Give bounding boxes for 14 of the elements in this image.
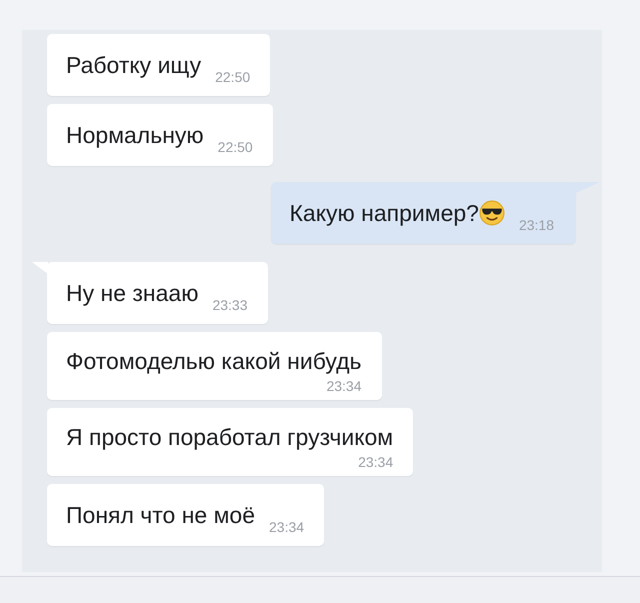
message-time: 23:34 [358, 454, 394, 470]
message-text: Работку ищу [66, 51, 202, 80]
message-text: Какую например? [290, 199, 479, 228]
message-time: 23:33 [212, 297, 248, 313]
message-time: 22:50 [218, 139, 253, 155]
message-time: 22:50 [215, 69, 250, 85]
message-text: Ну не знааю [66, 279, 198, 308]
message-text: Нормальную [66, 121, 204, 150]
message-text: Фотомоделью какой нибудь [66, 347, 362, 376]
message-text: Понял что не моё [66, 501, 256, 530]
message-time: 23:34 [326, 378, 362, 394]
message-time: 23:18 [518, 217, 554, 233]
message-text: Я просто поработал грузчиком [66, 423, 394, 452]
message-time: 23:34 [269, 519, 304, 535]
